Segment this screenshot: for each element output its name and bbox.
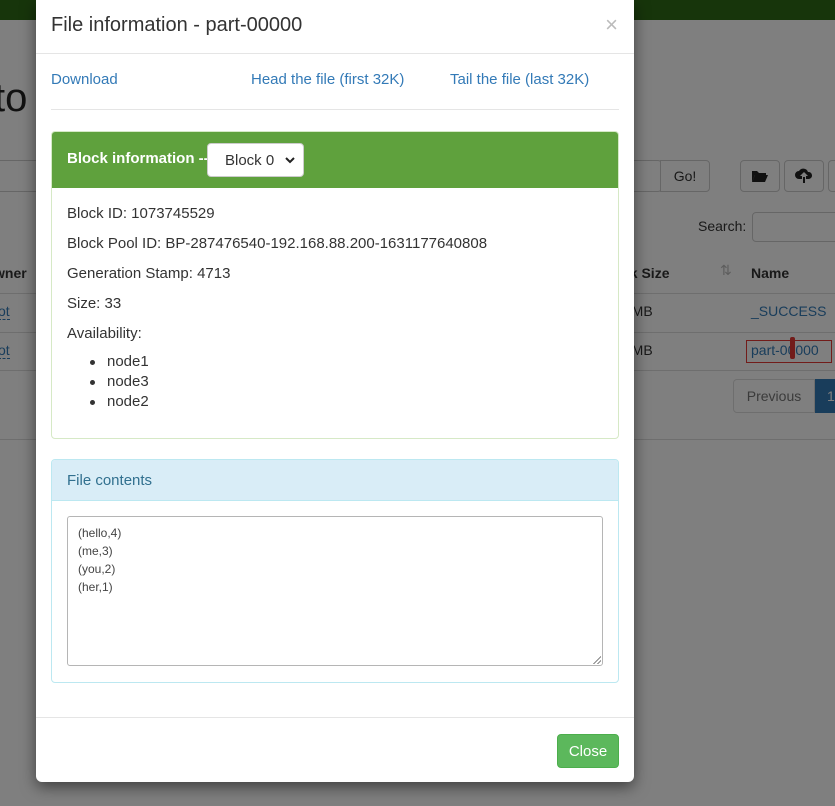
availability-label: Availability: — [67, 325, 142, 342]
block-id: Block ID: 1073745529 — [67, 205, 215, 222]
file-info-modal: File information - part-00000 × Download… — [36, 0, 634, 782]
block-info-header: Block information -- Block 0 — [52, 132, 618, 188]
list-item: node3 — [89, 372, 149, 392]
modal-title: File information - part-00000 — [51, 14, 303, 36]
file-contents-header: File contents — [52, 460, 618, 501]
close-button[interactable]: Close — [557, 734, 619, 768]
modal-footer: Close — [36, 717, 634, 782]
block-info-panel: Block information -- Block 0 Block ID: 1… — [51, 131, 619, 439]
block-size: Size: 33 — [67, 295, 122, 312]
file-actions: Download Head the file (first 32K) Tail … — [51, 54, 619, 110]
block-pool-id: Block Pool ID: BP-287476540-192.168.88.2… — [67, 235, 488, 252]
resize-handle[interactable] — [593, 656, 601, 664]
file-contents-panel: File contents (hello,4) (me,3) (you,2) (… — [51, 459, 619, 683]
list-item: node2 — [89, 392, 149, 412]
close-icon[interactable]: × — [605, 12, 618, 38]
download-link[interactable]: Download — [51, 71, 118, 88]
chevron-down-icon — [285, 157, 295, 164]
list-item: node1 — [89, 352, 149, 372]
modal-header: File information - part-00000 × — [36, 0, 634, 54]
block-select-value: Block 0 — [225, 151, 275, 169]
file-contents-title: File contents — [67, 472, 153, 489]
generation-stamp: Generation Stamp: 4713 — [67, 265, 231, 282]
block-info-title: Block information -- — [67, 150, 209, 167]
availability-list: node1 node3 node2 — [89, 352, 149, 412]
head-file-link[interactable]: Head the file (first 32K) — [251, 71, 404, 88]
file-contents-textarea[interactable]: (hello,4) (me,3) (you,2) (her,1) — [67, 516, 603, 666]
tail-file-link[interactable]: Tail the file (last 32K) — [450, 71, 589, 88]
block-select[interactable]: Block 0 — [207, 143, 304, 177]
